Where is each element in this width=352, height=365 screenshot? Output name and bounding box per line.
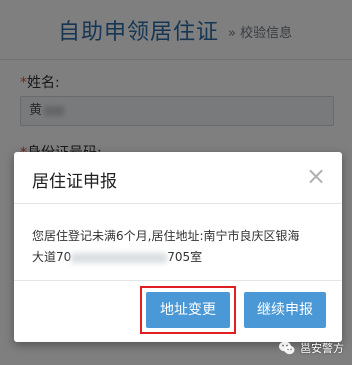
- dialog-footer: 地址变更 继续申报: [14, 280, 342, 342]
- message-line-1: 您居住登记未满6个月,居住地址:南宁市良庆区银海: [32, 229, 300, 243]
- dialog-header: 居住证申报 ×: [14, 152, 342, 204]
- message-line-2-start: 大道70: [32, 250, 72, 264]
- close-icon[interactable]: ×: [304, 163, 328, 189]
- redacted-address: [71, 252, 168, 263]
- continue-apply-button[interactable]: 继续申报: [244, 292, 326, 328]
- dialog-message: 您居住登记未满6个月,居住地址:南宁市良庆区银海 大道70 705室: [32, 226, 332, 268]
- residence-permit-dialog: 居住证申报 × 您居住登记未满6个月,居住地址:南宁市良庆区银海 大道70 705…: [14, 152, 342, 342]
- wechat-icon: [279, 341, 295, 355]
- message-line-2-end: 705室: [167, 250, 203, 264]
- watermark: 邕安警方: [278, 337, 344, 359]
- message-line-2: 大道70 705室: [32, 247, 332, 268]
- dialog-title: 居住证申报: [32, 172, 117, 192]
- watermark-text: 邕安警方: [300, 342, 344, 355]
- change-address-button[interactable]: 地址变更: [146, 292, 230, 328]
